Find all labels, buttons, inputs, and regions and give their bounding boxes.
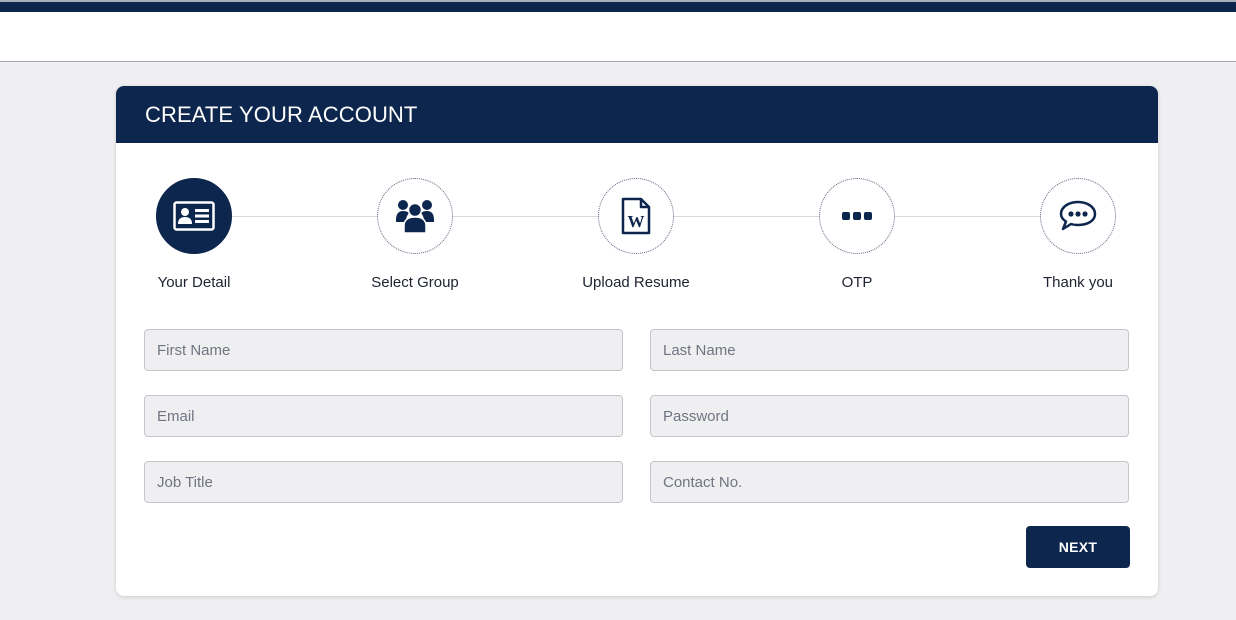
card-header: CREATE YOUR ACCOUNT	[116, 86, 1158, 143]
step-circle: W	[598, 178, 674, 254]
last-name-input[interactable]	[650, 329, 1129, 371]
registration-stepper: Your Detail Select Group W Upload Resume…	[156, 178, 1116, 298]
word-document-icon: W	[621, 197, 651, 235]
create-account-card: CREATE YOUR ACCOUNT Your Detail Select G…	[116, 86, 1158, 596]
step-upload-resume[interactable]: W Upload Resume	[576, 178, 696, 291]
svg-text:W: W	[628, 212, 645, 231]
chat-bubble-icon	[1059, 200, 1097, 231]
id-card-icon	[173, 201, 215, 231]
contact-number-input[interactable]	[650, 461, 1129, 503]
step-label: Upload Resume	[582, 274, 690, 291]
step-circle	[156, 178, 232, 254]
job-title-input[interactable]	[144, 461, 623, 503]
step-circle	[377, 178, 453, 254]
step-your-detail[interactable]: Your Detail	[134, 178, 254, 291]
step-thank-you[interactable]: Thank you	[1018, 178, 1138, 291]
top-navigation-bar	[0, 0, 1236, 12]
email-input[interactable]	[144, 395, 623, 437]
password-input[interactable]	[650, 395, 1129, 437]
next-button[interactable]: NEXT	[1026, 526, 1130, 568]
step-label: Select Group	[371, 274, 459, 291]
step-select-group[interactable]: Select Group	[355, 178, 475, 291]
first-name-input[interactable]	[144, 329, 623, 371]
step-label: OTP	[841, 274, 873, 291]
ellipsis-icon	[842, 212, 872, 220]
step-label: Your Detail	[157, 274, 231, 291]
step-label: Thank you	[1042, 274, 1114, 291]
step-circle	[819, 178, 895, 254]
card-title: CREATE YOUR ACCOUNT	[145, 101, 418, 127]
users-group-icon	[396, 200, 434, 234]
step-circle	[1040, 178, 1116, 254]
site-header	[0, 12, 1236, 62]
step-otp[interactable]: OTP	[797, 178, 917, 291]
